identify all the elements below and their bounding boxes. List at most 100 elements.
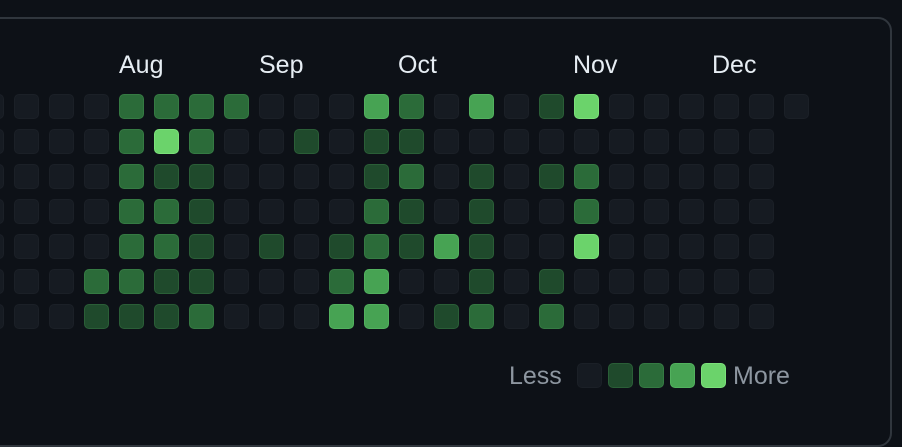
- contribution-day-cell[interactable]: [609, 199, 634, 224]
- contribution-day-cell[interactable]: [539, 129, 564, 154]
- contribution-day-cell[interactable]: [434, 199, 459, 224]
- contribution-day-cell[interactable]: [49, 304, 74, 329]
- contribution-day-cell[interactable]: [0, 129, 4, 154]
- contribution-day-cell[interactable]: [504, 304, 529, 329]
- contribution-day-cell[interactable]: [189, 234, 214, 259]
- contribution-day-cell[interactable]: [119, 129, 144, 154]
- contribution-day-cell[interactable]: [224, 269, 249, 294]
- contribution-day-cell[interactable]: [714, 234, 739, 259]
- contribution-day-cell[interactable]: [679, 164, 704, 189]
- contribution-day-cell[interactable]: [154, 94, 179, 119]
- contribution-day-cell[interactable]: [434, 304, 459, 329]
- contribution-day-cell[interactable]: [714, 269, 739, 294]
- contribution-day-cell[interactable]: [189, 129, 214, 154]
- contribution-day-cell[interactable]: [434, 129, 459, 154]
- contribution-day-cell[interactable]: [259, 94, 284, 119]
- contribution-day-cell[interactable]: [119, 164, 144, 189]
- contribution-day-cell[interactable]: [189, 199, 214, 224]
- contribution-day-cell[interactable]: [259, 304, 284, 329]
- contribution-day-cell[interactable]: [609, 269, 634, 294]
- contribution-day-cell[interactable]: [504, 94, 529, 119]
- contribution-day-cell[interactable]: [49, 199, 74, 224]
- contribution-day-cell[interactable]: [609, 234, 634, 259]
- contribution-day-cell[interactable]: [364, 199, 389, 224]
- contribution-day-cell[interactable]: [609, 164, 634, 189]
- contribution-day-cell[interactable]: [679, 94, 704, 119]
- contribution-day-cell[interactable]: [294, 164, 319, 189]
- contribution-day-cell[interactable]: [14, 269, 39, 294]
- contribution-day-cell[interactable]: [504, 164, 529, 189]
- contribution-day-cell[interactable]: [539, 164, 564, 189]
- contribution-day-cell[interactable]: [469, 129, 494, 154]
- contribution-day-cell[interactable]: [189, 304, 214, 329]
- contribution-day-cell[interactable]: [189, 94, 214, 119]
- contribution-day-cell[interactable]: [84, 234, 109, 259]
- contribution-day-cell[interactable]: [154, 269, 179, 294]
- contribution-day-cell[interactable]: [119, 199, 144, 224]
- contribution-day-cell[interactable]: [14, 304, 39, 329]
- contribution-day-cell[interactable]: [679, 199, 704, 224]
- contribution-day-cell[interactable]: [259, 164, 284, 189]
- contribution-day-cell[interactable]: [749, 304, 774, 329]
- contribution-day-cell[interactable]: [749, 269, 774, 294]
- contribution-day-cell[interactable]: [364, 94, 389, 119]
- contribution-day-cell[interactable]: [644, 129, 669, 154]
- contribution-day-cell[interactable]: [609, 304, 634, 329]
- contribution-day-cell[interactable]: [294, 304, 319, 329]
- contribution-day-cell[interactable]: [679, 269, 704, 294]
- contribution-day-cell[interactable]: [49, 234, 74, 259]
- contribution-day-cell[interactable]: [259, 129, 284, 154]
- contribution-day-cell[interactable]: [49, 269, 74, 294]
- contribution-day-cell[interactable]: [574, 269, 599, 294]
- contribution-day-cell[interactable]: [399, 94, 424, 119]
- contribution-day-cell[interactable]: [0, 234, 4, 259]
- contribution-day-cell[interactable]: [504, 199, 529, 224]
- contribution-day-cell[interactable]: [434, 269, 459, 294]
- contribution-day-cell[interactable]: [399, 164, 424, 189]
- contribution-day-cell[interactable]: [644, 94, 669, 119]
- contribution-day-cell[interactable]: [154, 304, 179, 329]
- contribution-day-cell[interactable]: [644, 304, 669, 329]
- contribution-day-cell[interactable]: [574, 304, 599, 329]
- contribution-day-cell[interactable]: [0, 164, 4, 189]
- contribution-day-cell[interactable]: [224, 234, 249, 259]
- contribution-day-cell[interactable]: [644, 164, 669, 189]
- contribution-day-cell[interactable]: [399, 129, 424, 154]
- contribution-day-cell[interactable]: [329, 94, 354, 119]
- contribution-day-cell[interactable]: [119, 234, 144, 259]
- contribution-day-cell[interactable]: [434, 234, 459, 259]
- contribution-day-cell[interactable]: [714, 199, 739, 224]
- contribution-day-cell[interactable]: [434, 94, 459, 119]
- contribution-day-cell[interactable]: [14, 234, 39, 259]
- contribution-day-cell[interactable]: [0, 304, 4, 329]
- contribution-day-cell[interactable]: [154, 164, 179, 189]
- contribution-day-cell[interactable]: [784, 94, 809, 119]
- contribution-day-cell[interactable]: [364, 269, 389, 294]
- contribution-day-cell[interactable]: [539, 199, 564, 224]
- contribution-day-cell[interactable]: [224, 94, 249, 119]
- contribution-day-cell[interactable]: [574, 129, 599, 154]
- contribution-day-cell[interactable]: [0, 94, 4, 119]
- contribution-day-cell[interactable]: [469, 269, 494, 294]
- contribution-day-cell[interactable]: [469, 234, 494, 259]
- contribution-day-cell[interactable]: [329, 199, 354, 224]
- contribution-day-cell[interactable]: [609, 94, 634, 119]
- contribution-day-cell[interactable]: [644, 199, 669, 224]
- contribution-day-cell[interactable]: [714, 304, 739, 329]
- contribution-day-cell[interactable]: [364, 129, 389, 154]
- contribution-day-cell[interactable]: [644, 234, 669, 259]
- contribution-day-cell[interactable]: [224, 199, 249, 224]
- contribution-day-cell[interactable]: [469, 304, 494, 329]
- contribution-day-cell[interactable]: [539, 304, 564, 329]
- contribution-day-cell[interactable]: [84, 199, 109, 224]
- contribution-day-cell[interactable]: [469, 199, 494, 224]
- contribution-day-cell[interactable]: [714, 94, 739, 119]
- contribution-day-cell[interactable]: [574, 94, 599, 119]
- contribution-day-cell[interactable]: [364, 234, 389, 259]
- contribution-day-cell[interactable]: [469, 94, 494, 119]
- contribution-day-cell[interactable]: [294, 199, 319, 224]
- contribution-day-cell[interactable]: [399, 269, 424, 294]
- contribution-day-cell[interactable]: [364, 164, 389, 189]
- contribution-day-cell[interactable]: [84, 304, 109, 329]
- contribution-day-cell[interactable]: [224, 129, 249, 154]
